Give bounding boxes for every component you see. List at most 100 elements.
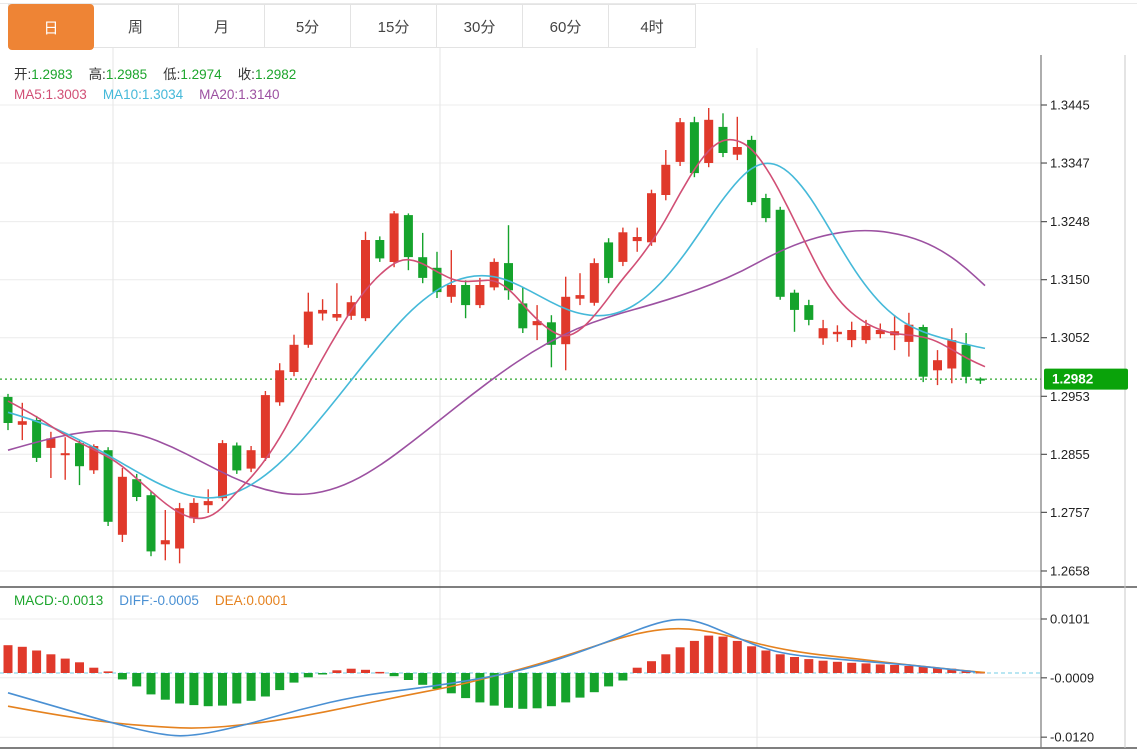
- macd-hist-bar: [847, 663, 856, 673]
- timeframe-tabbar: 日周月5分15分30分60分4时: [8, 4, 696, 48]
- macd-value: -0.0013: [58, 593, 104, 608]
- candle-body: [962, 345, 971, 377]
- macd-hist-bar: [618, 673, 627, 681]
- candle-body: [790, 293, 799, 310]
- macd-label: DIFF:: [119, 593, 153, 608]
- candle-body: [804, 305, 813, 320]
- candle-body: [275, 370, 284, 402]
- candle-body: [118, 477, 127, 535]
- candle-body: [232, 446, 241, 471]
- macd-item: DEA:0.0001: [215, 593, 288, 608]
- macd-hist-bar: [175, 673, 184, 704]
- macd-item: MACD:-0.0013: [14, 593, 103, 608]
- ohlc-value: 1.2983: [31, 67, 72, 82]
- macd-hist-bar: [404, 673, 413, 680]
- macd-hist-bar: [490, 673, 499, 706]
- macd-hist-bar: [75, 662, 84, 673]
- candle-body: [604, 242, 613, 278]
- candle-body: [704, 120, 713, 163]
- ma-label: MA10:: [103, 87, 142, 102]
- ma10-line: [8, 163, 985, 498]
- ma-item: MA10:1.3034: [103, 87, 183, 102]
- ohlc-readout: 开:1.2983高:1.2985低:1.2974收:1.2982: [14, 63, 312, 83]
- macd-hist-bar: [776, 654, 785, 673]
- ma-item: MA5:1.3003: [14, 87, 87, 102]
- macd-hist-bar: [132, 673, 141, 686]
- ohlc-value: 1.2985: [106, 67, 147, 82]
- current-price-tag-value: 1.2982: [1052, 372, 1093, 387]
- price-axis-label: 1.2757: [1050, 505, 1090, 520]
- macd-hist-bar: [18, 647, 27, 673]
- candle-body: [61, 453, 70, 455]
- macd-hist-bar: [504, 673, 513, 708]
- macd-hist-bar: [804, 659, 813, 673]
- candle-body: [332, 314, 341, 318]
- tab-60分[interactable]: 60分: [523, 5, 609, 47]
- ohlc-item: 开:1.2983: [14, 67, 73, 82]
- ohlc-label: 开:: [14, 67, 31, 82]
- ohlc-item: 高:1.2985: [89, 67, 148, 82]
- macd-readout: MACD:-0.0013DIFF:-0.0005DEA:0.0001: [14, 593, 304, 608]
- macd-hist-bar: [833, 662, 842, 673]
- candle-body: [247, 450, 256, 468]
- price-chart[interactable]: 1.34451.33471.32481.31501.30521.29531.28…: [0, 0, 1137, 755]
- macd-hist-bar: [204, 673, 213, 706]
- price-axis-label: 1.3445: [1050, 98, 1090, 113]
- macd-hist-bar: [604, 673, 613, 686]
- macd-hist-bar: [904, 666, 913, 673]
- macd-hist-bar: [461, 673, 470, 698]
- candle-body: [361, 240, 370, 318]
- tab-周[interactable]: 周: [93, 5, 179, 47]
- candle-body: [18, 421, 27, 425]
- macd-hist-bar: [347, 669, 356, 673]
- tab-月[interactable]: 月: [179, 5, 265, 47]
- macd-hist-bar: [104, 671, 113, 673]
- ohlc-label: 高:: [89, 67, 106, 82]
- candle-body: [933, 360, 942, 370]
- tab-15分[interactable]: 15分: [351, 5, 437, 47]
- macd-hist-bar: [332, 670, 341, 673]
- ma-label: MA20:: [199, 87, 238, 102]
- candle-body: [576, 295, 585, 299]
- price-axis-label: 1.2658: [1050, 563, 1090, 578]
- candle-body: [290, 345, 299, 372]
- macd-hist-bar: [375, 672, 384, 674]
- macd-hist-bar: [61, 659, 70, 673]
- tab-4时[interactable]: 4时: [609, 5, 695, 47]
- tab-日[interactable]: 日: [8, 4, 94, 50]
- macd-hist-bar: [261, 673, 270, 697]
- price-axis-label: 1.3347: [1050, 156, 1090, 171]
- candle-body: [318, 310, 327, 314]
- ohlc-value: 1.2982: [255, 67, 296, 82]
- candle-body: [261, 395, 270, 458]
- macd-label: MACD:: [14, 593, 58, 608]
- candle-body: [847, 330, 856, 340]
- candle-body: [833, 332, 842, 334]
- candle-body: [4, 397, 13, 423]
- macd-hist-bar: [161, 673, 170, 700]
- candle-body: [204, 501, 213, 505]
- price-axis-label: 1.3248: [1050, 214, 1090, 229]
- ma5-line: [8, 140, 985, 519]
- tab-5分[interactable]: 5分: [265, 5, 351, 47]
- macd-hist-bar: [790, 657, 799, 673]
- macd-axis-label: 0.0101: [1050, 611, 1090, 626]
- macd-axis-label: -0.0120: [1050, 730, 1094, 745]
- macd-hist-bar: [633, 668, 642, 673]
- candle-body: [733, 147, 742, 155]
- tab-30分[interactable]: 30分: [437, 5, 523, 47]
- candle-body: [161, 540, 170, 544]
- macd-hist-bar: [32, 651, 41, 674]
- macd-hist-bar: [747, 646, 756, 673]
- candle-body: [404, 215, 413, 257]
- candle-body: [561, 297, 570, 344]
- macd-hist-bar: [890, 665, 899, 673]
- macd-hist-bar: [290, 673, 299, 683]
- ma-label: MA5:: [14, 87, 46, 102]
- candle-body: [304, 312, 313, 345]
- ma-value: 1.3140: [238, 87, 279, 102]
- macd-hist-bar: [189, 673, 198, 705]
- candle-body: [490, 262, 499, 288]
- ma-readout: MA5:1.3003 MA10:1.3034 MA20:1.3140: [14, 87, 295, 102]
- macd-axis-label: -0.0009: [1050, 670, 1094, 685]
